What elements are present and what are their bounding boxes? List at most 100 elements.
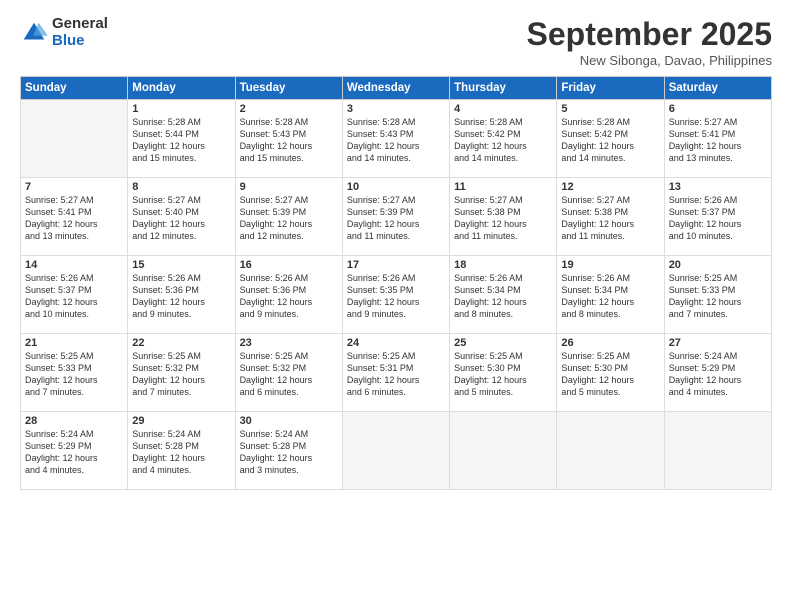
- calendar-cell: 30Sunrise: 5:24 AMSunset: 5:28 PMDayligh…: [235, 412, 342, 490]
- week-row-2: 14Sunrise: 5:26 AMSunset: 5:37 PMDayligh…: [21, 256, 772, 334]
- day-info: Sunrise: 5:27 AMSunset: 5:39 PMDaylight:…: [240, 194, 338, 243]
- calendar-cell: 21Sunrise: 5:25 AMSunset: 5:33 PMDayligh…: [21, 334, 128, 412]
- weekday-header-row: Sunday Monday Tuesday Wednesday Thursday…: [21, 77, 772, 100]
- calendar-cell: 17Sunrise: 5:26 AMSunset: 5:35 PMDayligh…: [342, 256, 449, 334]
- calendar-cell: 12Sunrise: 5:27 AMSunset: 5:38 PMDayligh…: [557, 178, 664, 256]
- calendar-cell: 22Sunrise: 5:25 AMSunset: 5:32 PMDayligh…: [128, 334, 235, 412]
- day-number: 13: [669, 181, 767, 193]
- calendar-cell: 18Sunrise: 5:26 AMSunset: 5:34 PMDayligh…: [450, 256, 557, 334]
- week-row-3: 21Sunrise: 5:25 AMSunset: 5:33 PMDayligh…: [21, 334, 772, 412]
- day-info: Sunrise: 5:26 AMSunset: 5:34 PMDaylight:…: [454, 272, 552, 321]
- day-number: 29: [132, 415, 230, 427]
- calendar-cell: 11Sunrise: 5:27 AMSunset: 5:38 PMDayligh…: [450, 178, 557, 256]
- day-number: 7: [25, 181, 123, 193]
- day-number: 25: [454, 337, 552, 349]
- calendar-cell: [450, 412, 557, 490]
- day-info: Sunrise: 5:24 AMSunset: 5:28 PMDaylight:…: [132, 428, 230, 477]
- day-number: 6: [669, 103, 767, 115]
- day-number: 11: [454, 181, 552, 193]
- day-number: 28: [25, 415, 123, 427]
- day-info: Sunrise: 5:28 AMSunset: 5:42 PMDaylight:…: [454, 116, 552, 165]
- day-number: 21: [25, 337, 123, 349]
- day-info: Sunrise: 5:24 AMSunset: 5:28 PMDaylight:…: [240, 428, 338, 477]
- header-friday: Friday: [557, 77, 664, 100]
- day-number: 20: [669, 259, 767, 271]
- day-info: Sunrise: 5:28 AMSunset: 5:43 PMDaylight:…: [240, 116, 338, 165]
- day-info: Sunrise: 5:27 AMSunset: 5:39 PMDaylight:…: [347, 194, 445, 243]
- logo-blue: Blue: [52, 33, 108, 50]
- logo: General Blue: [20, 16, 108, 49]
- day-info: Sunrise: 5:27 AMSunset: 5:41 PMDaylight:…: [25, 194, 123, 243]
- calendar-cell: 10Sunrise: 5:27 AMSunset: 5:39 PMDayligh…: [342, 178, 449, 256]
- header-thursday: Thursday: [450, 77, 557, 100]
- calendar-cell: 8Sunrise: 5:27 AMSunset: 5:40 PMDaylight…: [128, 178, 235, 256]
- calendar-cell: 25Sunrise: 5:25 AMSunset: 5:30 PMDayligh…: [450, 334, 557, 412]
- day-info: Sunrise: 5:25 AMSunset: 5:30 PMDaylight:…: [454, 350, 552, 399]
- day-number: 18: [454, 259, 552, 271]
- day-info: Sunrise: 5:25 AMSunset: 5:30 PMDaylight:…: [561, 350, 659, 399]
- calendar-table: Sunday Monday Tuesday Wednesday Thursday…: [20, 76, 772, 490]
- header-wednesday: Wednesday: [342, 77, 449, 100]
- calendar-cell: 15Sunrise: 5:26 AMSunset: 5:36 PMDayligh…: [128, 256, 235, 334]
- calendar-cell: [342, 412, 449, 490]
- location-subtitle: New Sibonga, Davao, Philippines: [527, 53, 772, 68]
- day-info: Sunrise: 5:26 AMSunset: 5:37 PMDaylight:…: [669, 194, 767, 243]
- calendar-cell: 4Sunrise: 5:28 AMSunset: 5:42 PMDaylight…: [450, 100, 557, 178]
- day-info: Sunrise: 5:25 AMSunset: 5:31 PMDaylight:…: [347, 350, 445, 399]
- logo-icon: [20, 19, 48, 47]
- calendar-cell: 27Sunrise: 5:24 AMSunset: 5:29 PMDayligh…: [664, 334, 771, 412]
- day-info: Sunrise: 5:24 AMSunset: 5:29 PMDaylight:…: [669, 350, 767, 399]
- day-number: 30: [240, 415, 338, 427]
- day-info: Sunrise: 5:25 AMSunset: 5:33 PMDaylight:…: [669, 272, 767, 321]
- day-number: 12: [561, 181, 659, 193]
- calendar-cell: [21, 100, 128, 178]
- day-number: 16: [240, 259, 338, 271]
- day-number: 27: [669, 337, 767, 349]
- calendar-cell: 13Sunrise: 5:26 AMSunset: 5:37 PMDayligh…: [664, 178, 771, 256]
- calendar-page: General Blue September 2025 New Sibonga,…: [0, 0, 792, 612]
- day-number: 4: [454, 103, 552, 115]
- header: General Blue September 2025 New Sibonga,…: [20, 16, 772, 68]
- day-number: 23: [240, 337, 338, 349]
- day-number: 3: [347, 103, 445, 115]
- calendar-cell: 29Sunrise: 5:24 AMSunset: 5:28 PMDayligh…: [128, 412, 235, 490]
- calendar-cell: 3Sunrise: 5:28 AMSunset: 5:43 PMDaylight…: [342, 100, 449, 178]
- day-info: Sunrise: 5:26 AMSunset: 5:37 PMDaylight:…: [25, 272, 123, 321]
- day-number: 8: [132, 181, 230, 193]
- calendar-cell: [664, 412, 771, 490]
- day-number: 26: [561, 337, 659, 349]
- day-info: Sunrise: 5:26 AMSunset: 5:35 PMDaylight:…: [347, 272, 445, 321]
- calendar-cell: 26Sunrise: 5:25 AMSunset: 5:30 PMDayligh…: [557, 334, 664, 412]
- week-row-0: 1Sunrise: 5:28 AMSunset: 5:44 PMDaylight…: [21, 100, 772, 178]
- day-info: Sunrise: 5:25 AMSunset: 5:32 PMDaylight:…: [132, 350, 230, 399]
- month-title: September 2025: [527, 16, 772, 53]
- day-info: Sunrise: 5:28 AMSunset: 5:44 PMDaylight:…: [132, 116, 230, 165]
- day-number: 10: [347, 181, 445, 193]
- header-sunday: Sunday: [21, 77, 128, 100]
- day-info: Sunrise: 5:27 AMSunset: 5:41 PMDaylight:…: [669, 116, 767, 165]
- calendar-cell: 20Sunrise: 5:25 AMSunset: 5:33 PMDayligh…: [664, 256, 771, 334]
- logo-text: General Blue: [52, 16, 108, 49]
- calendar-cell: 5Sunrise: 5:28 AMSunset: 5:42 PMDaylight…: [557, 100, 664, 178]
- calendar-cell: 28Sunrise: 5:24 AMSunset: 5:29 PMDayligh…: [21, 412, 128, 490]
- day-number: 2: [240, 103, 338, 115]
- week-row-4: 28Sunrise: 5:24 AMSunset: 5:29 PMDayligh…: [21, 412, 772, 490]
- logo-general: General: [52, 16, 108, 33]
- day-number: 14: [25, 259, 123, 271]
- calendar-cell: 2Sunrise: 5:28 AMSunset: 5:43 PMDaylight…: [235, 100, 342, 178]
- calendar-cell: 7Sunrise: 5:27 AMSunset: 5:41 PMDaylight…: [21, 178, 128, 256]
- day-info: Sunrise: 5:26 AMSunset: 5:36 PMDaylight:…: [240, 272, 338, 321]
- day-number: 22: [132, 337, 230, 349]
- calendar-cell: [557, 412, 664, 490]
- calendar-cell: 19Sunrise: 5:26 AMSunset: 5:34 PMDayligh…: [557, 256, 664, 334]
- day-number: 15: [132, 259, 230, 271]
- header-monday: Monday: [128, 77, 235, 100]
- day-info: Sunrise: 5:24 AMSunset: 5:29 PMDaylight:…: [25, 428, 123, 477]
- day-info: Sunrise: 5:27 AMSunset: 5:38 PMDaylight:…: [454, 194, 552, 243]
- day-info: Sunrise: 5:25 AMSunset: 5:32 PMDaylight:…: [240, 350, 338, 399]
- day-number: 19: [561, 259, 659, 271]
- week-row-1: 7Sunrise: 5:27 AMSunset: 5:41 PMDaylight…: [21, 178, 772, 256]
- calendar-cell: 24Sunrise: 5:25 AMSunset: 5:31 PMDayligh…: [342, 334, 449, 412]
- calendar-cell: 9Sunrise: 5:27 AMSunset: 5:39 PMDaylight…: [235, 178, 342, 256]
- calendar-cell: 1Sunrise: 5:28 AMSunset: 5:44 PMDaylight…: [128, 100, 235, 178]
